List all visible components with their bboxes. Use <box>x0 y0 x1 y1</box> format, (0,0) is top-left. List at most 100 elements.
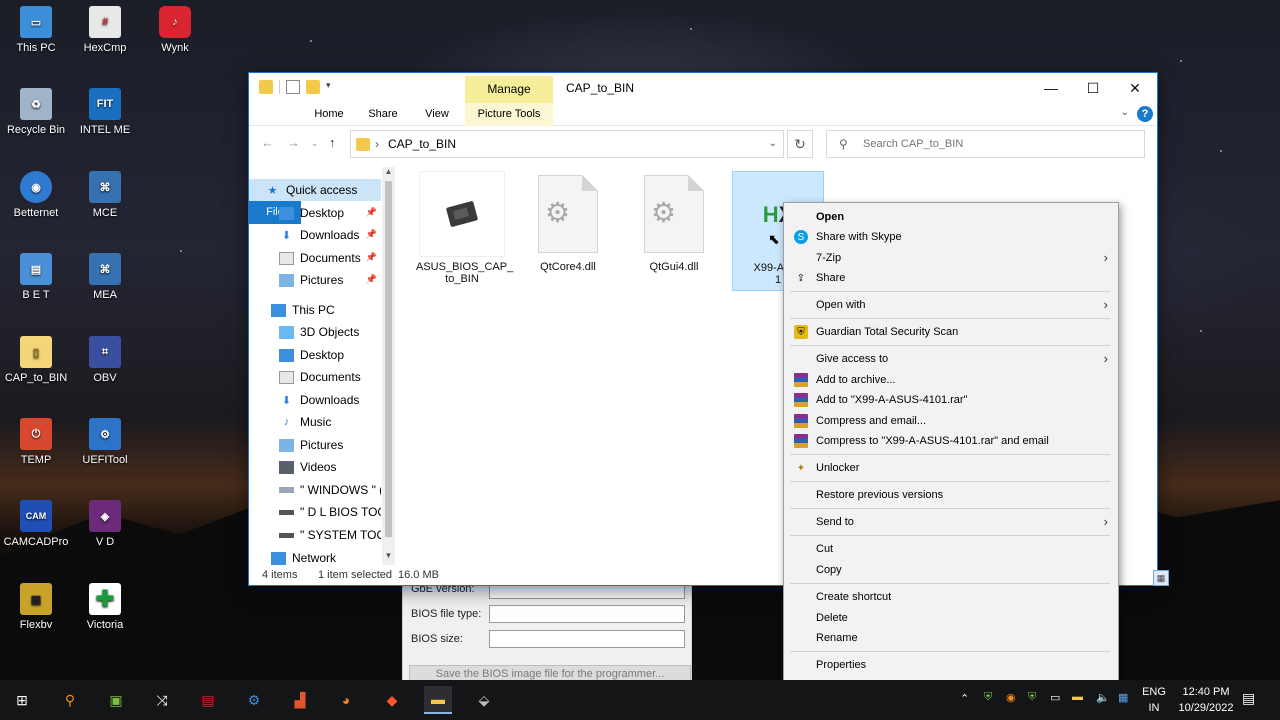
nav-drive-system-tools[interactable]: " SYSTEM TOOLS <box>249 524 381 546</box>
nav-drive-dl-bios[interactable]: " D L BIOS TOOL <box>249 501 381 523</box>
desktop-icon-camcadpro[interactable]: CAM CAMCADPro <box>0 500 72 548</box>
hexcmp-taskbar-icon[interactable]: ▤ <box>194 686 222 714</box>
desktop-icon-uefitool[interactable]: ⚙ UEFITool <box>69 418 141 466</box>
tab-view[interactable]: View <box>415 103 459 126</box>
scroll-up-icon[interactable]: ▲ <box>382 167 395 176</box>
new-folder-icon[interactable] <box>306 80 320 94</box>
properties-icon[interactable] <box>286 80 300 94</box>
file-item[interactable]: ASUS_BIOS_CAP_ to_BIN <box>416 171 513 285</box>
menu-item-share-skype[interactable]: S Share with Skype <box>784 227 1118 247</box>
nav-desktop-pc[interactable]: Desktop <box>249 344 381 366</box>
keyboard-icon[interactable]: ▦ <box>1118 691 1128 704</box>
brave-icon[interactable]: ◆ <box>378 686 406 714</box>
close-button[interactable]: ✕ <box>1113 73 1157 103</box>
search-icon[interactable]: ⚲ <box>56 686 84 714</box>
menu-item-give-access[interactable]: Give access to › <box>784 349 1118 369</box>
nav-pictures[interactable]: Pictures 📌 <box>249 269 381 291</box>
minimize-button[interactable]: — <box>1029 73 1073 103</box>
menu-item-create-shortcut[interactable]: Create shortcut <box>784 587 1118 607</box>
nav-scrollbar[interactable]: ▲ ▼ <box>382 167 395 565</box>
tab-picture-tools[interactable]: Picture Tools <box>465 103 553 126</box>
nav-documents[interactable]: Documents 📌 <box>249 247 381 269</box>
language-indicator[interactable]: ENG IN <box>1140 684 1168 716</box>
desktop-icon-wynk[interactable]: ♪ Wynk <box>139 6 211 54</box>
network-tray-icon[interactable]: ▭ <box>1050 691 1060 704</box>
nav-music[interactable]: ♪ Music <box>249 411 381 433</box>
menu-item-rename[interactable]: Rename <box>784 628 1118 648</box>
cap-to-bin-taskbar-icon[interactable]: ⬙ <box>470 686 498 714</box>
menu-item-open-with[interactable]: Open with › <box>784 295 1118 315</box>
search-box[interactable]: ⚲ <box>826 130 1145 158</box>
menu-item-copy[interactable]: Copy <box>784 560 1118 580</box>
volume-icon[interactable]: 🔈 <box>1096 691 1110 704</box>
record-tray-icon[interactable]: ◉ <box>1006 691 1016 704</box>
menu-item-properties[interactable]: Properties <box>784 655 1118 675</box>
menu-item-add-archive[interactable]: Add to archive... <box>784 370 1118 390</box>
nav-this-pc[interactable]: This PC <box>249 299 381 321</box>
uefitool-taskbar-icon[interactable]: ⚙ <box>240 686 268 714</box>
shuffle-icon[interactable]: ⤨ <box>148 686 176 714</box>
tab-share[interactable]: Share <box>361 103 405 126</box>
desktop-icon-betternet[interactable]: ◉ Betternet <box>0 171 72 219</box>
address-bar[interactable]: › CAP_to_BIN ⌄ <box>350 130 784 158</box>
desktop-icon-bet[interactable]: ▤ B E T <box>0 253 72 301</box>
menu-item-send-to[interactable]: Send to › <box>784 512 1118 532</box>
desktop-icon-cap-to-bin[interactable]: ▯ CAP_to_BIN <box>0 336 72 384</box>
shield-tray-icon[interactable]: ⛨ <box>984 691 992 704</box>
menu-item-share[interactable]: ⇪ Share <box>784 268 1118 288</box>
menu-item-delete[interactable]: Delete <box>784 608 1118 628</box>
nav-network[interactable]: Network <box>249 551 381 565</box>
large-icons-view-icon[interactable]: ▦ <box>1153 570 1169 586</box>
maximize-button[interactable]: ☐ <box>1071 73 1115 103</box>
menu-item-cut[interactable]: Cut <box>784 539 1118 559</box>
menu-item-compress-email[interactable]: Compress and email... <box>784 411 1118 431</box>
forward-arrow-icon[interactable]: → <box>287 135 300 150</box>
nav-3d-objects[interactable]: 3D Objects <box>249 321 381 343</box>
desktop-icon-hexcmp[interactable]: # HexCmp <box>69 6 141 54</box>
file-explorer-taskbar-icon[interactable]: ▬ <box>424 686 452 714</box>
file-item[interactable]: ⚙ QtCore4.dll <box>522 171 614 273</box>
expand-ribbon-icon[interactable]: ⌄ <box>1121 107 1129 118</box>
menu-item-unlocker[interactable]: ✦ Unlocker <box>784 458 1118 478</box>
cpu-icon[interactable]: ▣ <box>102 686 130 714</box>
desktop-icon-this-pc[interactable]: ▭ This PC <box>0 6 72 54</box>
search-input[interactable] <box>863 135 1133 153</box>
clock[interactable]: 12:40 PM 10/29/2022 <box>1174 684 1238 716</box>
file-item[interactable]: ⚙ QtGui4.dll <box>628 171 720 273</box>
back-arrow-icon[interactable]: ← <box>261 135 274 150</box>
nav-pictures-pc[interactable]: Pictures <box>249 434 381 456</box>
refresh-button[interactable]: ↻ <box>787 130 813 158</box>
desktop-icon-recycle-bin[interactable]: ♻ Recycle Bin <box>0 88 72 136</box>
menu-item-restore[interactable]: Restore previous versions <box>784 485 1118 505</box>
nav-desktop[interactable]: Desktop 📌 <box>249 202 381 224</box>
show-hidden-icons[interactable]: ⌃ <box>960 692 969 705</box>
scroll-down-icon[interactable]: ▼ <box>382 551 395 560</box>
nav-downloads[interactable]: ⬇ Downloads 📌 <box>249 224 381 246</box>
desktop-icon-mce[interactable]: ⌘ MCE <box>69 171 141 219</box>
nav-documents-pc[interactable]: Documents <box>249 366 381 388</box>
folder-tray-icon[interactable]: ▬ <box>1072 691 1083 703</box>
up-arrow-icon[interactable]: ↑ <box>329 135 336 150</box>
tab-home[interactable]: Home <box>307 103 351 126</box>
firefox-icon[interactable]: ◕ <box>332 686 360 714</box>
desktop-icon-flexbv[interactable]: ▦ Flexbv <box>0 583 72 631</box>
nav-quick-access[interactable]: ★ Quick access <box>249 179 381 201</box>
nav-drive-windows[interactable]: " WINDOWS " (C <box>249 479 381 501</box>
menu-item-add-rar[interactable]: Add to "X99-A-ASUS-4101.rar" <box>784 390 1118 410</box>
security-tray-icon[interactable]: ⛨ <box>1028 691 1036 704</box>
bios-file-type-field[interactable] <box>489 605 685 623</box>
menu-item-7zip[interactable]: 7-Zip › <box>784 248 1118 268</box>
bios-size-field[interactable] <box>489 630 685 648</box>
desktop-icon-obv[interactable]: ⌗ OBV <box>69 336 141 384</box>
windows-start-icon[interactable]: ⊞ <box>8 686 36 714</box>
menu-item-open[interactable]: Open <box>784 207 1118 227</box>
recent-locations-icon[interactable]: ⌄ <box>311 138 319 149</box>
desktop-icon-intel-me[interactable]: FIT INTEL ME <box>69 88 141 136</box>
pdf-icon[interactable]: ▟ <box>286 686 314 714</box>
scroll-thumb[interactable] <box>385 181 392 537</box>
help-icon[interactable]: ? <box>1137 106 1153 122</box>
nav-downloads-pc[interactable]: ⬇ Downloads <box>249 389 381 411</box>
desktop-icon-temp[interactable]: ⏻ TEMP <box>0 418 72 466</box>
menu-item-compress-rar-email[interactable]: Compress to "X99-A-ASUS-4101.rar" and em… <box>784 431 1118 451</box>
menu-item-guardian-scan[interactable]: ⛨ Guardian Total Security Scan <box>784 322 1118 342</box>
